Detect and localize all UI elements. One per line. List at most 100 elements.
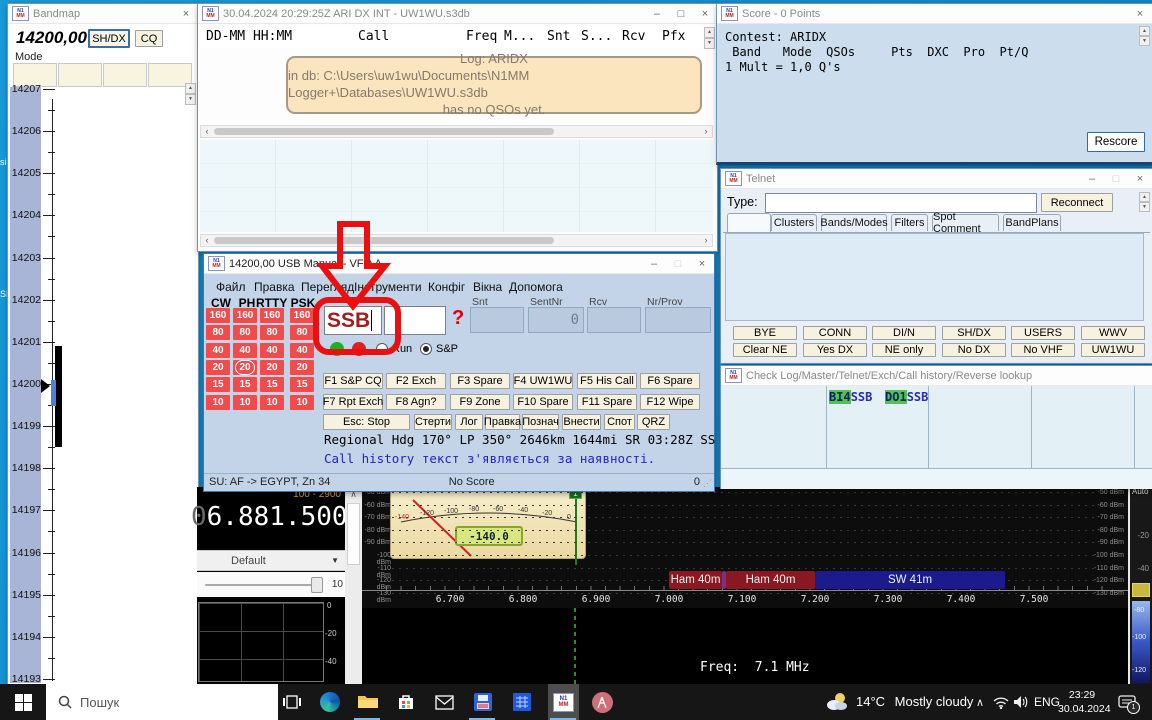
scrollbar-thumb[interactable]	[214, 237, 554, 244]
sentnr-field[interactable]: 0	[528, 307, 584, 333]
telnet-button[interactable]: BYE	[733, 326, 797, 340]
telnet-button[interactable]: USERS	[1011, 326, 1075, 340]
band-button[interactable]: 80	[233, 325, 257, 340]
telnet-type-input[interactable]	[765, 193, 1037, 213]
menu-item[interactable]: Вікна	[473, 280, 502, 294]
log-column-header[interactable]: Call	[358, 29, 389, 44]
band-button[interactable]: 160	[206, 308, 230, 323]
sdr-vscrollbar[interactable]: ∧	[345, 487, 362, 684]
telnet-button[interactable]: WWV	[1081, 326, 1145, 340]
check-call[interactable]: BI4SSB	[829, 390, 872, 404]
close-icon[interactable]: ×	[1130, 5, 1150, 23]
menu-item[interactable]: Файл	[216, 280, 246, 294]
run-radio[interactable]	[376, 343, 388, 355]
clock[interactable]: 23:29 30.04.2024	[1058, 688, 1106, 716]
radio-app-icon[interactable]	[590, 690, 614, 714]
fkey-button[interactable]: F3 Spare	[450, 373, 510, 389]
action-button[interactable]: Стерти	[414, 414, 452, 430]
n1mm-taskbar-slot[interactable]: N1MM	[548, 684, 579, 720]
check-titlebar[interactable]: N1MM Check Log/Master/Telnet/Exch/Call h…	[721, 366, 1152, 386]
telnet-button[interactable]: Clear NE	[733, 343, 797, 357]
band-button[interactable]: 160	[233, 308, 257, 323]
scroll-right-icon[interactable]: ›	[700, 126, 712, 137]
slider-track[interactable]	[205, 584, 317, 586]
action-button[interactable]: Лог	[455, 414, 483, 430]
telnet-button[interactable]: SH/DX	[942, 326, 1006, 340]
telnet-spinner[interactable]: ▲▼	[1139, 192, 1150, 212]
telnet-tab[interactable]: Bands/Modes	[821, 214, 887, 231]
telnet-tab[interactable]: Clusters	[771, 214, 817, 231]
band-button[interactable]: 160	[260, 308, 284, 323]
fkey-button[interactable]: F5 His Call	[577, 373, 637, 389]
telnet-output-area[interactable]	[725, 233, 1144, 321]
telnet-tab[interactable]: Filters	[891, 214, 928, 231]
log-column-header[interactable]: S...	[581, 29, 612, 44]
minimize-icon[interactable]: –	[647, 5, 667, 23]
telnet-tab[interactable]: BandPlans	[1003, 214, 1061, 231]
log-column-header[interactable]: DD-MM HH:MM	[206, 29, 292, 44]
spectrum-display[interactable]: -140.0 -140-120-100-80-60-40-200 1 -50 d…	[362, 487, 1128, 608]
log-hscrollbar[interactable]: ‹›	[200, 125, 713, 138]
close-icon[interactable]: ×	[695, 5, 715, 23]
weather-text[interactable]: 14°C Mostly cloudy	[856, 694, 973, 709]
reconnect-button[interactable]: Reconnect	[1041, 193, 1113, 212]
menu-item[interactable]: Допомога	[509, 280, 563, 294]
wifi-icon[interactable]	[992, 692, 1010, 712]
score-titlebar[interactable]: N1MM Score - 0 Points ×	[717, 4, 1152, 24]
menu-item[interactable]: Конфіг	[428, 280, 465, 294]
store-icon[interactable]	[394, 690, 418, 714]
log-column-header[interactable]: Freq	[466, 29, 497, 44]
telnet-tab[interactable]: Spot Comment	[932, 214, 999, 231]
log-column-header[interactable]: M...	[504, 29, 535, 44]
telnet-button[interactable]: UW1WU	[1081, 343, 1145, 357]
exchange-input[interactable]	[384, 306, 446, 335]
speaker-icon[interactable]	[1012, 692, 1030, 712]
snt-field[interactable]	[470, 307, 524, 333]
fkey-button[interactable]: F1 S&P CQ	[323, 373, 383, 389]
band-button[interactable]: 40	[260, 343, 284, 358]
search-box[interactable]: Пошук	[46, 684, 278, 720]
band-button[interactable]: 160	[290, 308, 314, 323]
minimize-icon[interactable]: –	[1082, 170, 1102, 188]
menu-item[interactable]: Інструменти	[354, 280, 422, 294]
telnet-button[interactable]: DI/N	[872, 326, 936, 340]
band-button[interactable]: 80	[260, 325, 284, 340]
telnet-button[interactable]: CONN	[803, 326, 867, 340]
band-button[interactable]: 80	[290, 325, 314, 340]
telnet-button[interactable]: No DX	[942, 343, 1006, 357]
maximize-icon[interactable]: □	[671, 5, 691, 23]
menu-item[interactable]: Правка	[254, 280, 295, 294]
log-titlebar[interactable]: N1MM 30.04.2024 20:29:25Z ARI DX INT - U…	[198, 4, 717, 24]
score-spinner[interactable]: ▲▼	[1139, 26, 1150, 46]
log-column-header[interactable]: Pfx	[662, 29, 685, 44]
maximize-icon[interactable]: □	[668, 255, 688, 273]
minimize-icon[interactable]: –	[644, 255, 664, 273]
telnet-button[interactable]: Yes DX	[803, 343, 867, 357]
fkey-button[interactable]: F4 UW1WU	[513, 373, 573, 389]
fkey-button[interactable]: F2 Exch	[386, 373, 446, 389]
action-button[interactable]: Esc: Stop	[323, 414, 410, 430]
sp-radio[interactable]	[420, 343, 432, 355]
telnet-button[interactable]: No VHF	[1011, 343, 1075, 357]
waterfall-display[interactable]: Freq: 7.1 MHz	[362, 608, 1128, 684]
nrprov-field[interactable]	[645, 307, 711, 333]
weather-icon[interactable]	[824, 690, 850, 714]
log-hscrollbar[interactable]: ‹›	[200, 234, 713, 247]
band-button[interactable]: 40	[233, 343, 257, 358]
contrast-handle[interactable]	[1132, 583, 1150, 597]
rescore-button[interactable]: Rescore	[1087, 132, 1145, 152]
band-button[interactable]: 80	[206, 325, 230, 340]
start-button[interactable]	[0, 684, 46, 720]
waterfall-gradient-bar[interactable]: -80 -100 -120	[1132, 601, 1150, 683]
entry-titlebar[interactable]: N1MM 14200,00 USB Manual - VFO A – □ ×	[204, 254, 714, 274]
scrollbar-thumb[interactable]	[347, 503, 360, 565]
logger-save-icon[interactable]	[471, 690, 495, 714]
resize-grip-icon[interactable]: ⋰	[703, 478, 712, 489]
menu-item[interactable]: Перегляд	[301, 280, 354, 294]
check-results-pane[interactable]: BI4SSBDO1SSB	[721, 386, 1152, 468]
fkey-button[interactable]: F6 Spare	[640, 373, 700, 389]
action-center-icon[interactable]: 1	[1114, 690, 1140, 714]
callsign-input[interactable]: SSB	[324, 306, 382, 335]
action-button[interactable]: Правка	[485, 414, 520, 430]
band-button[interactable]: 40	[290, 343, 314, 358]
